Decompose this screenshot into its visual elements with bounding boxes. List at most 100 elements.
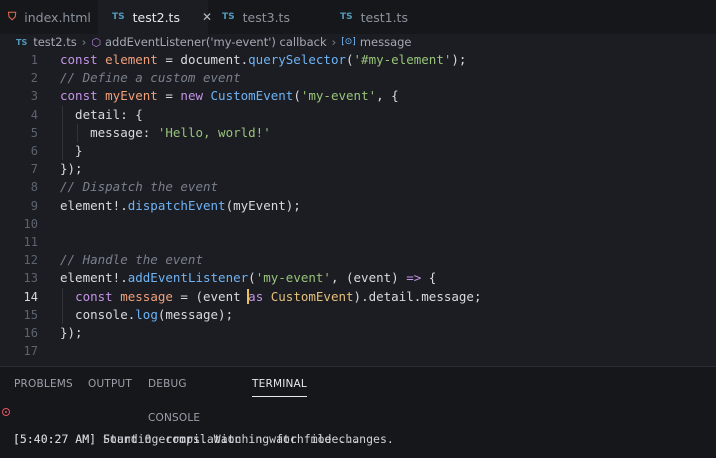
tab-index-html[interactable]: ⛉ index.html (0, 0, 98, 34)
code-token: as (248, 288, 271, 304)
code-token: element (105, 52, 158, 67)
code-token: message: (60, 124, 158, 140)
code-text: element!.addEventListener('my-event', (e… (60, 269, 436, 287)
code-token: ( (248, 270, 256, 286)
line-number: 4 (30, 107, 38, 122)
typescript-icon: TS (16, 37, 28, 47)
code-token: element!. (60, 197, 128, 213)
typescript-icon: TS (222, 12, 235, 22)
code-token: = (157, 52, 181, 67)
code-text: console.log(message); (60, 306, 233, 324)
code-line[interactable]: 10 (0, 215, 716, 233)
code-text: const message = (event as CustomEvent).d… (60, 288, 482, 306)
code-token: { (421, 270, 437, 286)
code-line[interactable]: 14 const message = (event as CustomEvent… (0, 287, 716, 306)
code-token: addEventListener (127, 270, 249, 286)
error-circle-icon (2, 408, 10, 416)
code-editor[interactable]: 1 const element = document.querySelector(… (0, 50, 716, 366)
line-number: 10 (23, 216, 38, 231)
code-token: 'my-event' (300, 88, 377, 104)
line-number: 8 (30, 180, 38, 195)
method-cube-icon: ⬡ (91, 35, 101, 49)
breadcrumb-file[interactable]: test2.ts (33, 35, 77, 49)
code-text: // Define a custom event (60, 69, 241, 87)
tab-terminal[interactable]: TERMINAL (252, 367, 307, 401)
code-token: = (157, 88, 181, 104)
breadcrumb: TS test2.ts › ⬡ addEventListener('my-eve… (0, 34, 716, 50)
code-text: }); (60, 324, 83, 342)
line-number: 15 (23, 307, 38, 322)
code-text: }); (60, 160, 83, 178)
code-token: myEvent (105, 88, 158, 104)
typescript-icon: TS (112, 12, 125, 22)
code-line[interactable]: 15 console.log(message); (0, 305, 716, 324)
variable-icon: [⊙] (341, 37, 356, 47)
code-line[interactable]: 2 // Define a custom event (0, 69, 716, 87)
code-text: element!.dispatchEvent(myEvent); (60, 197, 301, 215)
code-text: message: 'Hello, world!' (60, 124, 271, 142)
code-token: => (406, 270, 422, 286)
code-line[interactable]: 13 element!.addEventListener('my-event', … (0, 269, 716, 287)
code-token: }); (60, 161, 83, 177)
code-line[interactable]: 8 // Dispatch the event (0, 178, 716, 196)
code-token: // Define a custom event (60, 70, 241, 86)
code-token: log (135, 306, 158, 322)
code-line[interactable]: 9 element!.dispatchEvent(myEvent); (0, 197, 716, 215)
code-line[interactable]: 17 (0, 342, 716, 360)
code-token: const (75, 288, 121, 304)
line-number: 7 (30, 162, 38, 177)
bottom-panel: PROBLEMS OUTPUT DEBUG CONSOLE TERMINAL [… (0, 366, 716, 458)
breadcrumb-callback[interactable]: addEventListener('my-event') callback (105, 35, 327, 49)
code-token: 'my-event' (255, 270, 331, 286)
line-number: 16 (23, 326, 38, 340)
code-line[interactable]: 7}); (0, 160, 716, 178)
code-text: // Handle the event (60, 251, 203, 269)
code-token: (event (195, 288, 249, 304)
tab-label: test2.ts (132, 9, 180, 25)
code-token: , { (376, 88, 399, 104)
code-line[interactable]: 3 const myEvent = new CustomEvent('my-eve… (0, 87, 716, 105)
code-line[interactable]: 12 // Handle the event (0, 251, 716, 269)
code-token: new (180, 88, 211, 104)
tab-problems[interactable]: PROBLEMS (14, 367, 73, 401)
line-number: 9 (30, 198, 38, 213)
chevron-right-icon: › (81, 35, 87, 49)
code-token: message (120, 288, 173, 304)
tab-label: index.html (24, 9, 91, 25)
code-token: detail: { (60, 106, 143, 122)
line-number: 6 (30, 144, 38, 158)
code-token: // Handle the event (60, 252, 203, 268)
line-number: 17 (23, 344, 38, 359)
code-line[interactable]: 1 const element = document.querySelector(… (0, 51, 716, 69)
line-number: 5 (30, 125, 38, 140)
code-line[interactable]: 6 } (0, 142, 716, 160)
tab-output[interactable]: OUTPUT (88, 367, 132, 401)
code-token: CustomEvent (210, 88, 294, 104)
line-number: 13 (23, 271, 38, 286)
code-token: document. (180, 52, 249, 67)
code-token: (message); (157, 306, 234, 322)
code-token: ( (346, 52, 354, 67)
tab-debug-console[interactable]: DEBUG CONSOLE (148, 367, 200, 424)
code-token: 'Hello, world!' (157, 124, 271, 140)
code-token: querySelector (248, 52, 346, 67)
code-line[interactable]: 16}); (0, 324, 716, 342)
code-token: // Dispatch the event (60, 179, 219, 195)
code-token: ( (293, 88, 301, 104)
code-token: (myEvent); (225, 197, 301, 213)
breadcrumb-variable[interactable]: message (360, 35, 412, 49)
code-line[interactable]: 11 (0, 233, 716, 251)
line-number: 12 (23, 253, 38, 268)
tab-test3-ts[interactable]: TS test3.ts (208, 0, 318, 34)
code-text: const myEvent = new CustomEvent('my-even… (60, 87, 399, 105)
code-line[interactable]: 4 detail: { (0, 105, 716, 124)
tab-label: test1.ts (360, 9, 408, 25)
tab-test1-ts[interactable]: TS test1.ts (318, 0, 438, 34)
tab-label: test3.ts (242, 9, 290, 25)
tab-test2-ts[interactable]: TS test2.ts ✕ (98, 0, 212, 34)
chevron-right-icon: › (331, 35, 337, 49)
code-text: // Dispatch the event (60, 178, 218, 196)
code-text: const element = document.querySelector('… (60, 51, 466, 69)
code-line[interactable]: 5 message: 'Hello, world!' (0, 123, 716, 142)
